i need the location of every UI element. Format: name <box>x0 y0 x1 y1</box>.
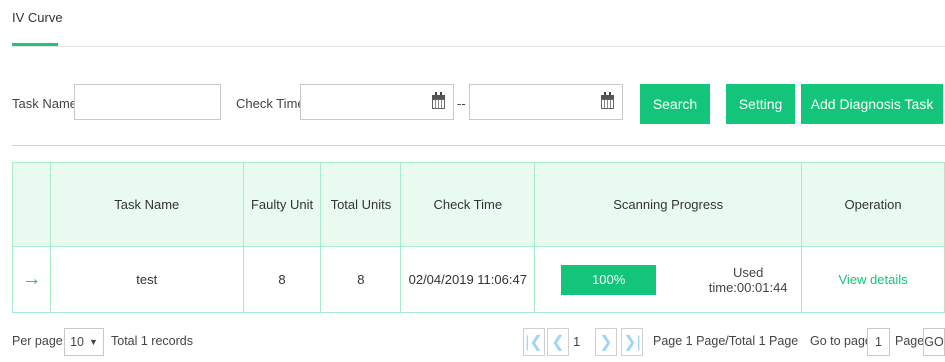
col-header-task-name: Task Name <box>49 162 244 247</box>
date-from-input[interactable] <box>300 84 454 120</box>
view-details-link[interactable]: View details <box>839 272 908 287</box>
cell-task-name: test <box>49 246 244 313</box>
calendar-icon[interactable] <box>432 92 445 109</box>
add-diagnosis-task-button[interactable]: Add Diagnosis Task <box>801 84 943 124</box>
page-summary: Page 1 Page/Total 1 Page <box>653 334 799 348</box>
goto-page-label: Go to page <box>810 334 872 348</box>
cell-operation: View details <box>801 246 945 313</box>
tab-iv-curve[interactable]: IV Curve <box>12 10 63 25</box>
col-header-faulty-unit: Faulty Unit <box>242 162 322 247</box>
table-row: → test 8 8 02/04/2019 11:06:47 100% Used… <box>12 246 945 313</box>
go-button[interactable]: GO <box>923 328 945 356</box>
col-header-check-time: Check Time <box>400 162 536 247</box>
cell-total-units: 8 <box>320 246 402 313</box>
date-separator: -- <box>457 96 466 111</box>
task-table: Task Name Faulty Unit Total Units Check … <box>12 162 945 313</box>
per-page-select[interactable]: 10 ▼ <box>64 328 104 356</box>
expand-arrow-icon[interactable]: → <box>12 246 51 313</box>
table-header-row: Task Name Faulty Unit Total Units Check … <box>12 162 945 247</box>
setting-button[interactable]: Setting <box>726 84 795 124</box>
cell-check-time: 02/04/2019 11:06:47 <box>400 246 536 313</box>
used-time: Used time:00:01:44 <box>708 264 788 295</box>
col-header-total-units: Total Units <box>320 162 402 247</box>
col-header-operation: Operation <box>801 162 945 247</box>
current-page-number[interactable]: 1 <box>573 334 580 349</box>
task-name-input[interactable] <box>74 84 221 120</box>
calendar-icon[interactable] <box>601 92 614 109</box>
per-page-value: 10 <box>70 335 84 349</box>
date-to-input[interactable] <box>469 84 623 120</box>
check-time-label: Check Time <box>236 96 305 111</box>
goto-page-input[interactable]: 1 <box>867 328 890 356</box>
total-records: Total 1 records <box>111 334 193 348</box>
section-divider <box>12 145 945 146</box>
dropdown-triangle-icon: ▼ <box>88 337 98 347</box>
task-name-label: Task Name <box>12 96 78 111</box>
cell-scanning-progress: 100% Used time:00:01:44 <box>534 246 803 313</box>
prev-page-icon[interactable]: ❮ <box>547 328 569 356</box>
last-page-icon[interactable]: ❯| <box>621 328 643 356</box>
cell-faulty-unit: 8 <box>242 246 322 313</box>
progress-bar: 100% <box>561 264 657 295</box>
tab-divider <box>12 46 945 47</box>
search-button[interactable]: Search <box>640 84 710 124</box>
pagination-bar: Per page: 10 ▼ Total 1 records |❮ ❮ 1 ❯ … <box>0 327 945 357</box>
col-header-scanning-progress: Scanning Progress <box>534 162 803 247</box>
col-header-expand <box>12 162 51 247</box>
next-page-icon[interactable]: ❯ <box>595 328 617 356</box>
page-label: Page <box>895 334 925 348</box>
first-page-icon[interactable]: |❮ <box>523 328 545 356</box>
per-page-label: Per page: <box>12 334 67 348</box>
